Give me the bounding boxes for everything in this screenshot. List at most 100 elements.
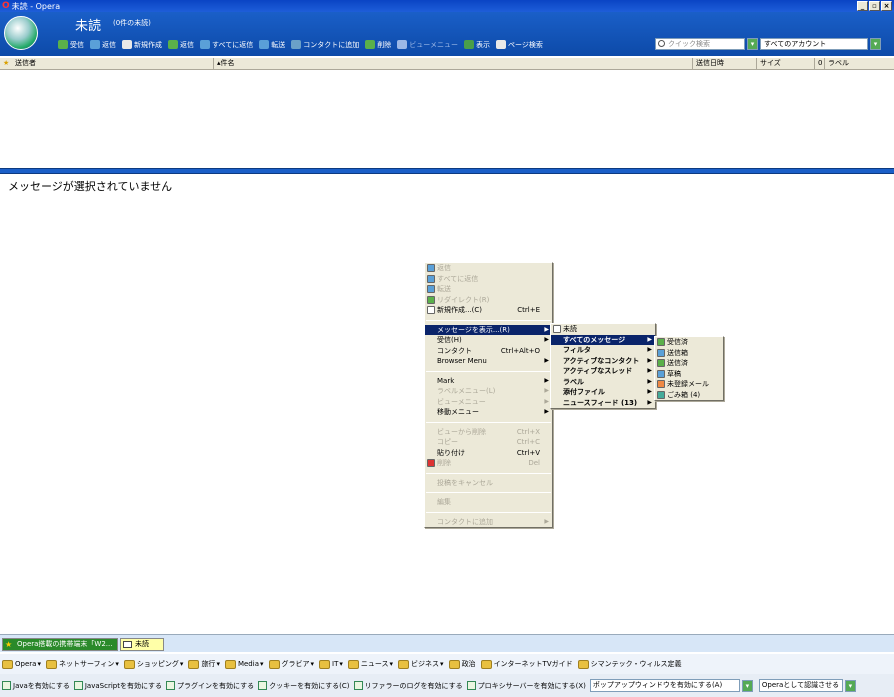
menu-separator [426,319,551,321]
menu-separator [426,421,551,423]
toolbar-button-9[interactable]: ビューメニュー [397,40,458,50]
submenu-arrow-icon: ▶ [544,376,549,384]
bookmark-folder[interactable]: Opera ▾ [2,659,41,669]
menu-item[interactable]: 添付ファイル ▶ [551,387,655,398]
menu-item[interactable]: 受信(H) ▶ [425,335,552,346]
column-subject[interactable]: ▴件名 [214,58,693,70]
menu-item[interactable]: 受信済 [655,337,723,348]
submenu-arrow-icon: ▶ [544,408,549,415]
bookmark-folder[interactable]: ショッピング ▾ [123,659,183,669]
folder-icon [123,659,135,669]
reply-icon [427,264,435,272]
restore-button[interactable]: ▫ [869,1,880,11]
bookmark-folder[interactable]: 旅行 ▾ [188,659,220,669]
chevron-down-icon: ▾ [339,660,343,668]
menu-item: ビューメニュー ▶ [437,397,549,406]
menu-item[interactable]: ラベル ▶ [551,377,655,388]
menu-item[interactable]: フィルタ ▶ [551,345,655,356]
menu-item[interactable]: 移動メニュー ▶ [425,407,552,418]
menu-item[interactable]: 送信箱 [655,348,723,359]
outbox-icon [657,348,665,357]
column-label[interactable]: ラベル [825,58,894,70]
toolbar-button-1[interactable]: 受信 [58,40,84,50]
menu-item[interactable]: ニュースフィード (13) ▶ [551,398,655,409]
menu-item[interactable]: アクティブなスレッド ▶ [551,366,655,377]
column-date[interactable]: 送信日時 [693,58,757,70]
quick-pref-toggle[interactable]: Javaを有効にする [2,681,70,691]
all-messages-submenu: 受信済 送信箱 送信済 草稿 未登録メール ごみ箱 (4) [654,336,724,401]
quick-pref-toggle[interactable]: クッキーを有効にする(C) [258,681,350,691]
quick-pref-toggle[interactable]: プラグインを有効にする [166,681,254,691]
menu-item[interactable]: すべてのメッセージ ▶ [551,334,655,345]
delete-icon [365,40,376,49]
message-list[interactable] [0,70,894,168]
submenu-arrow-icon: ▶ [647,367,652,374]
identify-dropdown-button[interactable]: ▾ [844,679,856,692]
toolbar-button-8[interactable]: 削除 [365,40,391,50]
minimize-button[interactable]: _ [857,1,868,11]
submenu-arrow-icon: ▶ [544,336,549,343]
toolbar-button-7[interactable]: コンタクトに追加 [291,40,359,50]
menu-item[interactable]: アクティブなコンタクト ▶ [551,356,655,367]
bookmark-folder[interactable]: ネットサーフィン ▾ [45,659,119,669]
bookmark-folder[interactable]: ニュース ▾ [347,659,393,669]
toolbar-button-11[interactable]: ページ検索 [495,40,543,50]
menu-item[interactable]: 未登録メール [655,379,723,390]
menu-item[interactable]: コンタクト Ctrl+Alt+O [425,346,552,357]
submenu-arrow-icon: ▶ [647,356,652,364]
spam-icon [657,380,665,388]
bookmark-folder[interactable]: Media ▾ [224,659,264,669]
bookmark-folder[interactable]: 政治 [448,659,476,669]
bookmark-folder[interactable]: グラビア ▾ [268,659,315,669]
bookmark-folder[interactable]: インターネットTVガイド [480,659,573,669]
bookmark-folder[interactable]: IT ▾ [319,659,343,669]
checkbox-icon [73,681,83,690]
mail-logo-icon [4,16,38,50]
popup-select[interactable]: ポップアップウィンドウを有効にする(A) [589,679,740,692]
account-dropdown-button[interactable]: ▾ [870,38,881,50]
menu-item[interactable]: メッセージを表示...(R) ▶ [425,324,552,335]
task-bar: ★ Opera搭載の携帯端末「W2... 未読 [0,634,894,652]
column-attachment[interactable]: 0 [815,58,825,70]
menu-item[interactable]: Browser Menu ▶ [425,356,552,367]
quick-pref-toggle[interactable]: リファラーのログを有効にする [353,681,463,691]
popup-dropdown-button[interactable]: ▾ [741,679,753,692]
task-tab-unread[interactable]: 未読 [120,638,164,651]
reply-all-icon [427,274,435,283]
submenu-arrow-icon: ▶ [647,388,652,395]
menu-item[interactable]: Mark ▶ [425,376,552,387]
quick-pref-toggle[interactable]: JavaScriptを有効にする [73,681,162,691]
menu-item[interactable]: 送信済 [655,358,723,369]
chevron-down-icon: ▾ [310,660,315,668]
compose-icon [427,306,435,314]
quick-search-dropdown-button[interactable]: ▾ [747,38,758,50]
column-size[interactable]: サイズ [757,58,815,70]
bookmark-folder[interactable]: ビジネス ▾ [398,659,444,669]
menu-item[interactable]: 草稿 [655,369,723,380]
menu-item: ラベルメニュー(L) ▶ [437,387,549,395]
menu-item[interactable]: ごみ箱 (4) [655,390,723,401]
submenu-arrow-icon: ▶ [544,387,549,394]
column-sender[interactable]: ★ 送信者 [0,58,214,70]
menu-item[interactable]: 新規作成...(C) Ctrl+E [425,305,552,316]
menu-item[interactable]: 未読 [551,324,655,335]
received-icon [657,338,665,346]
menu-item[interactable]: 貼り付け Ctrl+V [425,448,552,459]
account-select[interactable]: すべてのアカウント [760,38,868,50]
submenu-arrow-icon: ▶ [647,398,652,406]
toolbar-button-5[interactable]: すべてに返信 [200,40,253,50]
toolbar-button-2[interactable]: 返信 [90,40,116,50]
task-tab-news[interactable]: ★ Opera搭載の携帯端末「W2... [2,638,118,651]
menu-separator [426,511,551,513]
toolbar-button-6[interactable]: 転送 [259,40,285,50]
mail-icon [123,641,132,648]
folder-icon [347,659,359,669]
close-button[interactable]: × [881,1,892,11]
toolbar-button-4[interactable]: 返信 [168,40,194,50]
toolbar-button-10[interactable]: 表示 [463,40,490,50]
quick-pref-toggle[interactable]: プロキシサーバーを有効にする(X) [466,681,586,691]
toolbar-button-3[interactable]: 新規作成 [122,40,162,50]
quick-search-input[interactable]: クイック検索 [655,38,745,50]
bookmark-folder[interactable]: シマンテック・ウィルス定義 [577,659,682,669]
identify-select[interactable]: Operaとして認識させる [758,679,843,692]
